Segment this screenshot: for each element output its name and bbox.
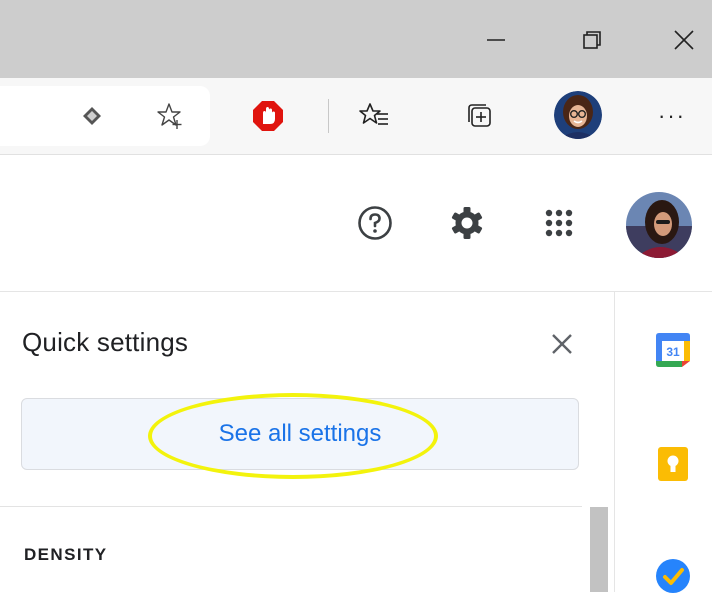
profile-avatar-image [554,91,602,139]
minimize-icon [487,39,505,41]
close-icon [552,334,572,354]
browser-toolbar: ··· [0,78,712,155]
side-panel: 31 [615,292,712,593]
favorites-button[interactable] [352,94,396,138]
gmail-header [0,155,712,292]
minimize-button[interactable] [468,12,524,68]
add-favorite-icon [157,103,182,129]
calendar-day-number: 31 [666,345,680,359]
section-divider [0,506,582,507]
quick-settings-panel: Quick settings See all settings DENSITY [0,292,615,592]
favorites-icon [359,103,388,125]
restore-icon [583,31,601,49]
toolbar-separator [328,99,329,133]
add-favorite-button[interactable] [148,94,192,138]
settings-gear-icon [451,207,483,239]
window-title-bar [0,0,712,78]
account-avatar[interactable] [626,192,692,258]
more-button[interactable]: ··· [650,94,694,138]
keep-app-button[interactable] [651,442,695,486]
collections-button[interactable] [458,94,502,138]
account-avatar-image [626,192,692,258]
more-icon: ··· [658,103,686,128]
support-button[interactable] [350,198,400,248]
immersive-reader-button[interactable] [70,94,114,138]
google-calendar-icon: 31 [656,333,690,367]
quick-settings-scrollbar-thumb[interactable] [590,507,608,592]
collections-icon [468,104,491,127]
settings-button[interactable] [442,198,492,248]
close-window-button[interactable] [656,12,712,68]
see-all-settings-button[interactable]: See all settings [21,398,579,470]
google-tasks-icon [656,559,690,593]
adblock-extension-button[interactable] [246,94,290,138]
google-keep-icon [658,447,688,481]
close-quick-settings-button[interactable] [540,322,584,366]
immersive-reader-icon [83,107,101,125]
close-icon [674,30,694,50]
calendar-app-button[interactable]: 31 [651,328,695,372]
restore-button[interactable] [564,12,620,68]
adblock-stop-icon [253,101,283,131]
help-icon [358,206,392,240]
profile-avatar[interactable] [554,91,602,139]
apps-grid-icon [545,209,573,237]
quick-settings-title: Quick settings [22,327,189,357]
google-apps-button[interactable] [534,198,584,248]
tasks-app-button[interactable] [651,554,695,598]
address-bar[interactable] [0,86,210,146]
density-section-label: DENSITY [24,545,108,564]
